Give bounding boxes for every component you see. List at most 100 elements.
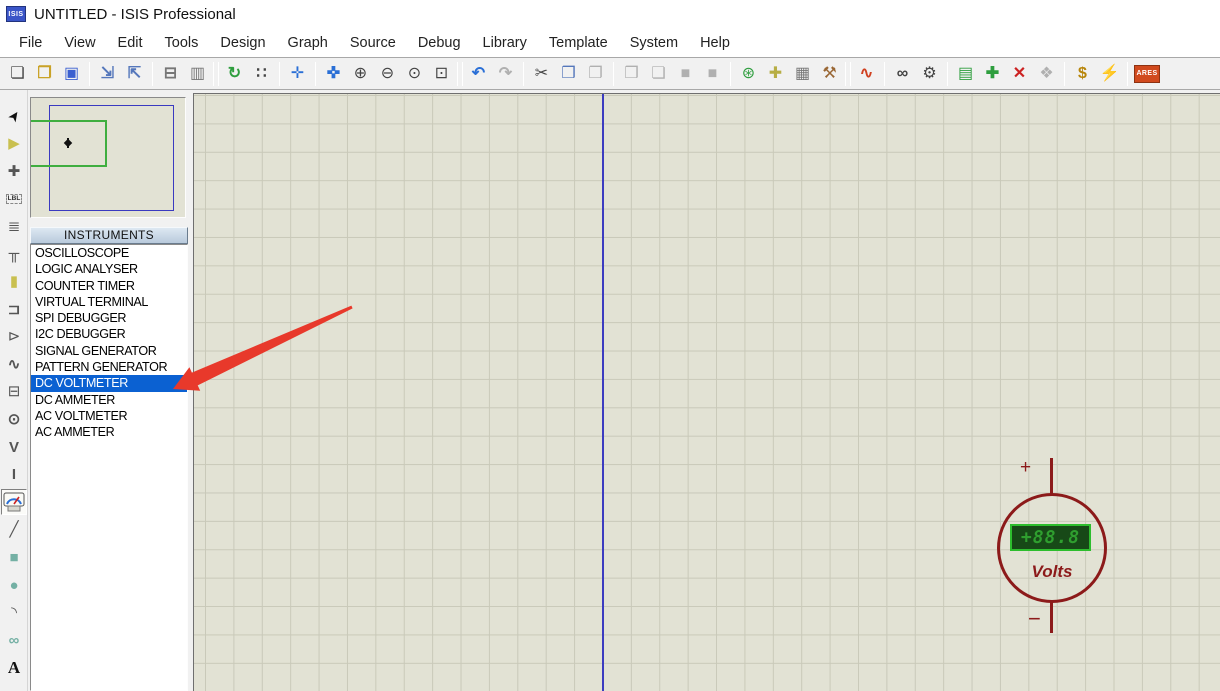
2d-arc-mode-icon[interactable]: ◝ — [1, 600, 27, 626]
copy-icon[interactable]: ❒ — [555, 62, 582, 86]
redraw-icon[interactable]: ↻ — [221, 62, 248, 86]
instrument-dc-ammeter[interactable]: DC AMMETER — [31, 392, 187, 408]
zoom-out-icon[interactable]: ⊖ — [374, 62, 401, 86]
save-icon[interactable]: ▣ — [58, 62, 85, 86]
sheet-border-line — [602, 94, 604, 691]
print-icon[interactable]: ⊟ — [157, 62, 184, 86]
undo-icon[interactable]: ↶ — [465, 62, 492, 86]
remove-sheet-icon[interactable]: ✕ — [1006, 62, 1033, 86]
instrument-logic-analyser[interactable]: LOGIC ANALYSER — [31, 261, 187, 277]
menu-template[interactable]: Template — [538, 31, 619, 55]
menu-debug[interactable]: Debug — [407, 31, 472, 55]
subcircuit-mode-icon[interactable]: ▮ — [1, 269, 27, 295]
instruments-list: OSCILLOSCOPE LOGIC ANALYSER COUNTER TIME… — [30, 244, 188, 691]
menu-help[interactable]: Help — [689, 31, 741, 55]
bill-of-materials-icon[interactable]: $ — [1069, 62, 1096, 86]
selection-mode-icon[interactable]: ➤ — [1, 103, 27, 129]
window-title: UNTITLED - ISIS Professional — [34, 5, 236, 23]
new-file-icon[interactable]: ❏ — [4, 62, 31, 86]
menu-source[interactable]: Source — [339, 31, 407, 55]
voltmeter-minus-label: − — [1028, 606, 1041, 631]
zoom-all-icon[interactable]: ⊙ — [401, 62, 428, 86]
main-toolbar: ❏ ❐ ▣ ⇲ ⇱ ⊟ ▥ ↻ ∷ ✛ ✜ ⊕ ⊖ ⊙ ⊡ ↶ ↷ ✂ ❒ ❐ … — [0, 57, 1220, 90]
buses-mode-icon[interactable]: ╥ — [1, 241, 27, 267]
export-section-icon[interactable]: ⇱ — [121, 62, 148, 86]
origin-icon[interactable]: ✛ — [284, 62, 311, 86]
open-file-icon[interactable]: ❐ — [31, 62, 58, 86]
voltmeter-negative-pin — [1050, 602, 1053, 633]
junction-dot-mode-icon[interactable]: ✚ — [1, 158, 27, 184]
instruments-header[interactable]: INSTRUMENTS — [30, 227, 188, 244]
generator-mode-icon[interactable]: ⊙ — [1, 407, 27, 433]
electrical-rules-check-icon[interactable]: ⚡ — [1096, 62, 1123, 86]
graph-mode-icon[interactable]: ∿ — [1, 351, 27, 377]
2d-path-mode-icon[interactable]: ∞ — [1, 627, 27, 653]
menu-library[interactable]: Library — [472, 31, 538, 55]
instrument-signal-generator[interactable]: SIGNAL GENERATOR — [31, 343, 187, 359]
main-area: ➤ ▶ ✚ LBL ≣ ╥ ▮ ⊐ ⊳ ∿ ⊟ ⊙ V I ╱ ■ ● ◝ ∞ … — [0, 90, 1220, 691]
voltmeter-display: +88.8 — [1010, 524, 1091, 551]
cut-icon[interactable]: ✂ — [528, 62, 555, 86]
overview-component-marker — [67, 138, 69, 148]
netlist-to-ares-icon[interactable]: ARES — [1134, 64, 1160, 83]
terminals-mode-icon[interactable]: ⊐ — [1, 296, 27, 322]
property-assignment-icon[interactable]: ⚙ — [916, 62, 943, 86]
decompose-icon[interactable]: ⚒ — [816, 62, 843, 86]
virtual-instruments-mode-icon[interactable] — [1, 489, 27, 516]
2d-box-mode-icon[interactable]: ■ — [1, 545, 27, 571]
2d-circle-mode-icon[interactable]: ● — [1, 572, 27, 598]
menu-tools[interactable]: Tools — [154, 31, 210, 55]
redo-icon[interactable]: ↷ — [492, 62, 519, 86]
menu-bar: File View Edit Tools Design Graph Source… — [0, 28, 1220, 57]
instrument-counter-timer[interactable]: COUNTER TIMER — [31, 278, 187, 294]
gauge-icon — [3, 492, 25, 512]
schematic-overview[interactable] — [30, 97, 186, 218]
pan-icon[interactable]: ✜ — [320, 62, 347, 86]
wire-label-mode-icon[interactable]: LBL — [1, 186, 27, 212]
device-pins-mode-icon[interactable]: ⊳ — [1, 324, 27, 350]
make-device-icon[interactable]: ✚ — [762, 62, 789, 86]
block-move-icon: ❏ — [651, 64, 666, 82]
tape-recorder-mode-icon[interactable]: ⊟ — [1, 379, 27, 405]
title-bar: ISIS UNTITLED - ISIS Professional — [0, 0, 1220, 28]
pick-parts-icon[interactable]: ⊛ — [735, 62, 762, 86]
new-sheet-icon[interactable]: ✚ — [979, 62, 1006, 86]
block-delete-icon: ■ — [707, 64, 718, 82]
voltage-probe-mode-icon[interactable]: V — [1, 434, 27, 460]
menu-graph[interactable]: Graph — [277, 31, 339, 55]
instrument-dc-voltmeter[interactable]: DC VOLTMETER — [31, 375, 187, 392]
menu-edit[interactable]: Edit — [107, 31, 154, 55]
current-probe-mode-icon[interactable]: I — [1, 462, 27, 488]
goto-sheet-icon: ❖ — [1039, 64, 1054, 82]
instrument-ac-ammeter[interactable]: AC AMMETER — [31, 424, 187, 440]
zoom-in-icon[interactable]: ⊕ — [347, 62, 374, 86]
instrument-ac-voltmeter[interactable]: AC VOLTMETER — [31, 408, 187, 424]
instrument-oscilloscope[interactable]: OSCILLOSCOPE — [31, 245, 187, 261]
text-script-mode-icon[interactable]: ≣ — [1, 213, 27, 239]
mark-output-area-icon[interactable]: ▥ — [184, 62, 211, 86]
object-selector-panel: INSTRUMENTS OSCILLOSCOPE LOGIC ANALYSER … — [28, 90, 193, 691]
menu-system[interactable]: System — [619, 31, 689, 55]
isis-app-icon: ISIS — [6, 6, 26, 22]
voltmeter-unit-label: Volts — [1031, 562, 1073, 581]
2d-text-mode-icon[interactable]: A — [1, 655, 27, 681]
menu-view[interactable]: View — [53, 31, 106, 55]
instrument-virtual-terminal[interactable]: VIRTUAL TERMINAL — [31, 294, 187, 310]
zoom-area-icon[interactable]: ⊡ — [428, 62, 455, 86]
schematic-canvas[interactable]: + − +88.8 Volts — [193, 93, 1220, 691]
wire-autorouter-icon[interactable]: ∿ — [853, 62, 880, 86]
instrument-i2c-debugger[interactable]: I2C DEBUGGER — [31, 326, 187, 342]
menu-design[interactable]: Design — [209, 31, 276, 55]
packaging-tool-icon[interactable]: ▦ — [789, 62, 816, 86]
voltmeter-positive-pin — [1050, 458, 1053, 495]
search-tag-icon[interactable]: ∞ — [889, 62, 916, 86]
import-section-icon[interactable]: ⇲ — [94, 62, 121, 86]
menu-file[interactable]: File — [8, 31, 53, 55]
instrument-spi-debugger[interactable]: SPI DEBUGGER — [31, 310, 187, 326]
paste-icon: ❐ — [588, 64, 603, 82]
2d-line-mode-icon[interactable]: ╱ — [1, 517, 27, 543]
design-explorer-icon[interactable]: ▤ — [952, 62, 979, 86]
grid-toggle-icon[interactable]: ∷ — [248, 62, 275, 86]
instrument-pattern-generator[interactable]: PATTERN GENERATOR — [31, 359, 187, 375]
component-mode-icon[interactable]: ▶ — [1, 131, 27, 157]
